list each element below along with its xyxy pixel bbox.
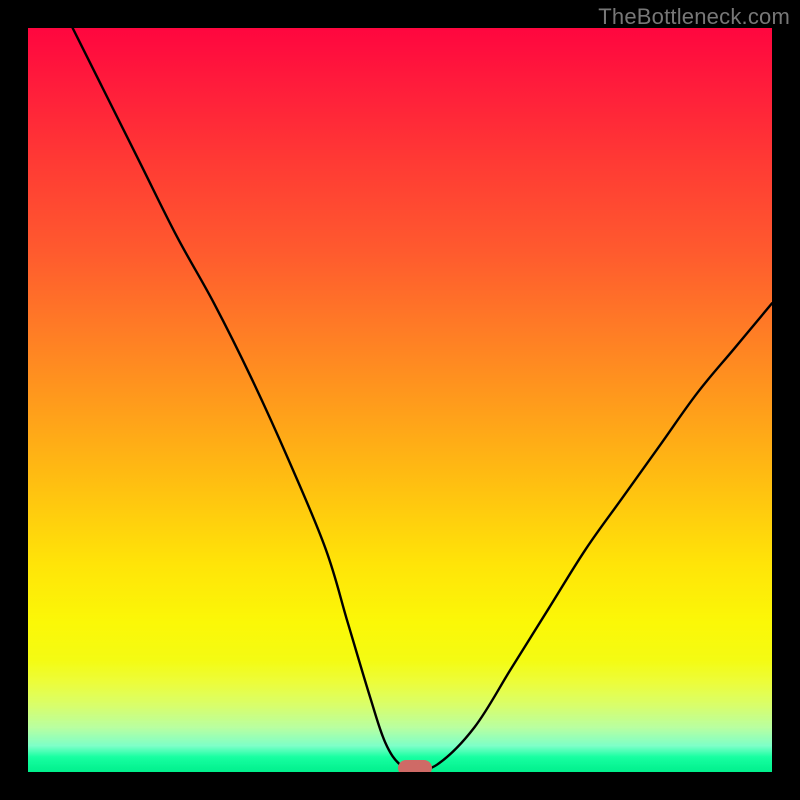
plot-area	[28, 28, 772, 772]
watermark-text: TheBottleneck.com	[598, 4, 790, 30]
chart-frame: TheBottleneck.com	[0, 0, 800, 800]
optimal-marker	[398, 760, 432, 772]
bottleneck-curve	[28, 28, 772, 772]
curve-path	[73, 28, 772, 769]
